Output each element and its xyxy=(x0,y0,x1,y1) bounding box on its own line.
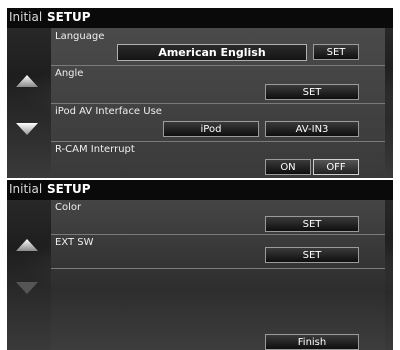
title-initial: Initial xyxy=(9,10,43,24)
title-setup: SETUP xyxy=(47,10,91,24)
settings-panel: Language American English SET Angle SET … xyxy=(51,28,385,178)
color-set-button[interactable]: SET xyxy=(265,216,359,232)
ipod-av-interface-label: iPod AV Interface Use xyxy=(55,106,162,117)
rcam-on-button[interactable]: ON xyxy=(265,159,311,175)
language-set-button[interactable]: SET xyxy=(313,44,359,60)
row-rcam-interrupt: R-CAM Interrupt ON OFF xyxy=(51,142,385,178)
title-bar: Initial SETUP xyxy=(7,8,393,28)
triangle-down-disabled-icon xyxy=(16,282,38,294)
scroll-up-button[interactable] xyxy=(15,238,39,254)
row-ipod-av-interface: iPod AV Interface Use iPod AV-IN3 xyxy=(51,104,385,140)
ext-sw-set-button[interactable]: SET xyxy=(265,247,359,263)
row-angle: Angle SET xyxy=(51,66,385,102)
rcam-off-button[interactable]: OFF xyxy=(313,159,359,175)
setup-screen-page-2: Initial SETUP Color SET EXT SW SET Finis… xyxy=(7,180,393,350)
row-language: Language American English SET xyxy=(51,28,385,64)
title-setup: SETUP xyxy=(47,182,91,196)
angle-set-button[interactable]: SET xyxy=(265,84,359,100)
row-ext-sw: EXT SW SET xyxy=(51,235,385,269)
color-label: Color xyxy=(55,202,82,213)
divider xyxy=(51,268,385,269)
title-bar: Initial SETUP xyxy=(7,180,393,200)
scroll-down-button[interactable] xyxy=(15,121,39,137)
rcam-interrupt-label: R-CAM Interrupt xyxy=(55,144,135,155)
ipod-option-button[interactable]: iPod xyxy=(163,121,259,137)
settings-panel: Color SET EXT SW SET Finish xyxy=(51,200,385,350)
angle-label: Angle xyxy=(55,68,84,79)
language-value: American English xyxy=(117,44,307,61)
scroll-up-button[interactable] xyxy=(15,74,39,90)
setup-screen-page-1: Initial SETUP Language American English … xyxy=(7,8,393,178)
ext-sw-label: EXT SW xyxy=(55,237,94,248)
title-initial: Initial xyxy=(9,182,43,196)
scroll-down-button-disabled xyxy=(15,280,39,296)
triangle-up-icon xyxy=(16,75,38,87)
triangle-up-icon xyxy=(16,239,38,251)
language-label: Language xyxy=(55,31,105,42)
triangle-down-icon xyxy=(16,123,38,135)
finish-button[interactable]: Finish xyxy=(265,334,359,350)
av-in3-option-button[interactable]: AV-IN3 xyxy=(265,121,359,137)
row-color: Color SET xyxy=(51,200,385,234)
